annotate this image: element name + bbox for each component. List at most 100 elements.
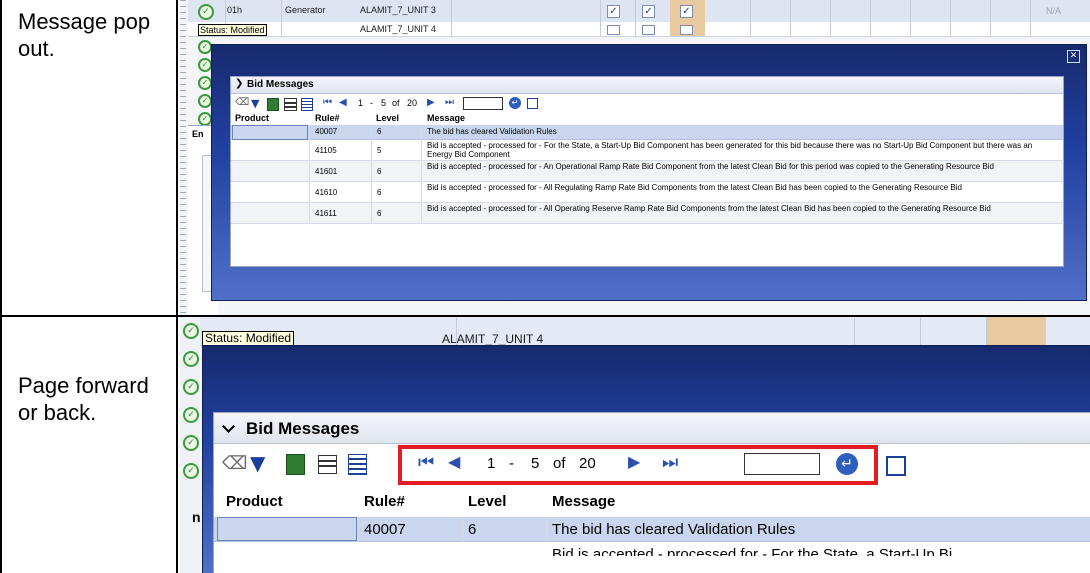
close-icon[interactable]: ✕ bbox=[1067, 50, 1080, 63]
table-divider-vertical bbox=[176, 0, 178, 573]
popout-icon[interactable] bbox=[886, 456, 906, 476]
grid-checkbox[interactable] bbox=[607, 25, 620, 35]
panel-header[interactable]: ❯ Bid Messages bbox=[231, 77, 1063, 94]
level-cell: 6 bbox=[377, 167, 382, 176]
grid-column-rule bbox=[635, 0, 636, 36]
panel-title: Bid Messages bbox=[246, 419, 360, 438]
print-icon[interactable] bbox=[284, 98, 297, 111]
grid-checkbox[interactable] bbox=[680, 25, 693, 35]
prev-page-icon[interactable]: ◀ bbox=[339, 97, 347, 108]
prev-page-icon[interactable]: ◀ bbox=[448, 452, 460, 471]
grid-row bbox=[188, 22, 1090, 37]
caption-page-navigation: Page forward or back. bbox=[18, 373, 149, 425]
column-header-rule[interactable]: Rule# bbox=[315, 113, 340, 123]
message-cell: The bid has cleared Validation Rules bbox=[427, 127, 557, 136]
valid-check-icon[interactable]: ✓ bbox=[198, 40, 212, 54]
pager-total: 20 bbox=[579, 455, 596, 472]
grid-resource-cell: ALAMIT_7_UNIT 4 bbox=[442, 332, 544, 345]
eraser-icon[interactable]: ⌫ bbox=[235, 97, 249, 108]
table-border-left bbox=[0, 0, 2, 573]
export-excel-icon[interactable] bbox=[286, 454, 305, 475]
grid-checkbox[interactable]: ✓ bbox=[607, 5, 620, 18]
first-page-icon[interactable]: ⏮ bbox=[418, 452, 434, 473]
grid-resource-cell: ALAMIT_7_UNIT 3 bbox=[360, 5, 436, 15]
column-header-message[interactable]: Message bbox=[427, 113, 465, 123]
screenshot-page-navigation: Status: Modified ALAMIT_7_UNIT 4 ✓ ✓ ✓ ✓… bbox=[180, 317, 1090, 573]
valid-check-icon[interactable]: ✓ bbox=[183, 379, 199, 395]
panel-title: Bid Messages bbox=[247, 79, 314, 90]
grid-checkbox[interactable]: ✓ bbox=[680, 5, 693, 18]
zoomed-grid-row bbox=[188, 317, 1090, 346]
go-icon[interactable]: ↵ bbox=[509, 97, 521, 109]
pager-to: 5 bbox=[531, 455, 540, 472]
grid-type-cell: Generator bbox=[285, 5, 326, 15]
grid-column-rule bbox=[986, 317, 987, 345]
filter-icon[interactable]: ▼ bbox=[251, 97, 259, 110]
print-icon[interactable] bbox=[318, 455, 337, 474]
valid-check-icon[interactable]: ✓ bbox=[183, 407, 199, 423]
level-cell: 6 bbox=[377, 127, 382, 136]
screenshot-message-popout: ✓ 01h Generator ALAMIT_7_UNIT 3 ✓ ✓ ✓ N/… bbox=[180, 0, 1090, 315]
valid-check-icon[interactable]: ✓ bbox=[183, 435, 199, 451]
valid-check-icon[interactable]: ✓ bbox=[183, 323, 199, 339]
first-page-icon[interactable]: ⏮ bbox=[323, 97, 332, 108]
level-cell: 5 bbox=[377, 146, 382, 155]
chevron-down-icon[interactable] bbox=[222, 420, 235, 433]
valid-check-icon[interactable]: ✓ bbox=[183, 351, 199, 367]
pager-separator: - bbox=[509, 455, 514, 472]
grid-column-rule bbox=[451, 0, 452, 36]
grid-column-rule bbox=[870, 0, 871, 36]
status-tooltip: Status: Modified bbox=[202, 331, 295, 346]
grid-column-rule bbox=[1030, 0, 1031, 36]
valid-check-icon[interactable]: ✓ bbox=[198, 76, 212, 90]
grid-checkbox[interactable] bbox=[642, 25, 655, 35]
bid-messages-popup: ✕ ❯ Bid Messages ⌫ ▼ ⏮ ◀ 1 - 5 of 20 ▶ ⏭… bbox=[211, 44, 1087, 301]
column-header-message[interactable]: Message bbox=[552, 493, 615, 510]
column-header-product[interactable]: Product bbox=[226, 493, 283, 510]
grid-na-cell: N/A bbox=[1046, 6, 1062, 16]
grid-column-rule bbox=[910, 0, 911, 36]
column-header-product[interactable]: Product bbox=[235, 113, 269, 123]
valid-check-icon[interactable]: ✓ bbox=[198, 58, 212, 72]
pager-of-label: of bbox=[392, 98, 400, 108]
product-cell-selected[interactable] bbox=[232, 125, 308, 140]
column-header-level[interactable]: Level bbox=[468, 493, 506, 510]
next-page-icon[interactable]: ▶ bbox=[628, 452, 640, 471]
pager-total: 20 bbox=[407, 98, 418, 108]
last-page-icon[interactable]: ⏭ bbox=[445, 97, 454, 108]
eraser-icon[interactable]: ⌫ bbox=[222, 453, 247, 474]
panel-header[interactable]: Bid Messages bbox=[214, 413, 1090, 444]
next-page-icon[interactable]: ▶ bbox=[427, 97, 435, 108]
details-icon[interactable] bbox=[301, 98, 313, 111]
column-header-rule[interactable]: Rule# bbox=[364, 493, 405, 510]
rule-cell: 41601 bbox=[315, 167, 338, 176]
column-rule bbox=[371, 125, 372, 224]
grid-checkbox[interactable]: ✓ bbox=[642, 5, 655, 18]
bid-messages-panel-zoomed: Bid Messages ⌫ ▼ ⏮ ◀ 1 - 5 of 20 ▶ ⏭ ↵ P… bbox=[213, 412, 1090, 573]
pager-from: 1 bbox=[487, 455, 496, 472]
product-cell-selected[interactable] bbox=[217, 517, 357, 541]
pager-separator: - bbox=[370, 98, 373, 108]
tab-energy-partial[interactable]: En bbox=[192, 129, 204, 139]
message-cell: Bid is accepted - processed for - For th… bbox=[427, 141, 1033, 159]
valid-check-icon[interactable]: ✓ bbox=[183, 463, 199, 479]
messages-table: 40007 6 The bid has cleared Validation R… bbox=[231, 125, 1063, 261]
grid-column-rule bbox=[990, 0, 991, 36]
go-icon[interactable]: ↵ bbox=[836, 453, 858, 475]
rule-cell: 41105 bbox=[315, 146, 337, 155]
chevron-down-icon[interactable]: ❯ bbox=[235, 78, 243, 89]
details-icon[interactable] bbox=[348, 454, 367, 475]
message-cell: Bid is accepted - processed for - An Ope… bbox=[427, 162, 994, 171]
popout-icon[interactable] bbox=[527, 98, 538, 109]
last-page-icon[interactable]: ⏭ bbox=[662, 452, 678, 473]
filter-icon[interactable]: ▼ bbox=[250, 451, 265, 475]
page-number-field[interactable] bbox=[463, 97, 503, 110]
pager-of-label: of bbox=[553, 455, 566, 472]
valid-check-icon[interactable]: ✓ bbox=[198, 4, 214, 20]
page-number-field[interactable] bbox=[744, 453, 820, 475]
message-cell: Bid is accepted - processed for - For th… bbox=[552, 546, 953, 556]
export-excel-icon[interactable] bbox=[267, 98, 279, 111]
column-header-level[interactable]: Level bbox=[376, 113, 399, 123]
valid-check-icon[interactable]: ✓ bbox=[198, 112, 212, 126]
valid-check-icon[interactable]: ✓ bbox=[198, 94, 212, 108]
